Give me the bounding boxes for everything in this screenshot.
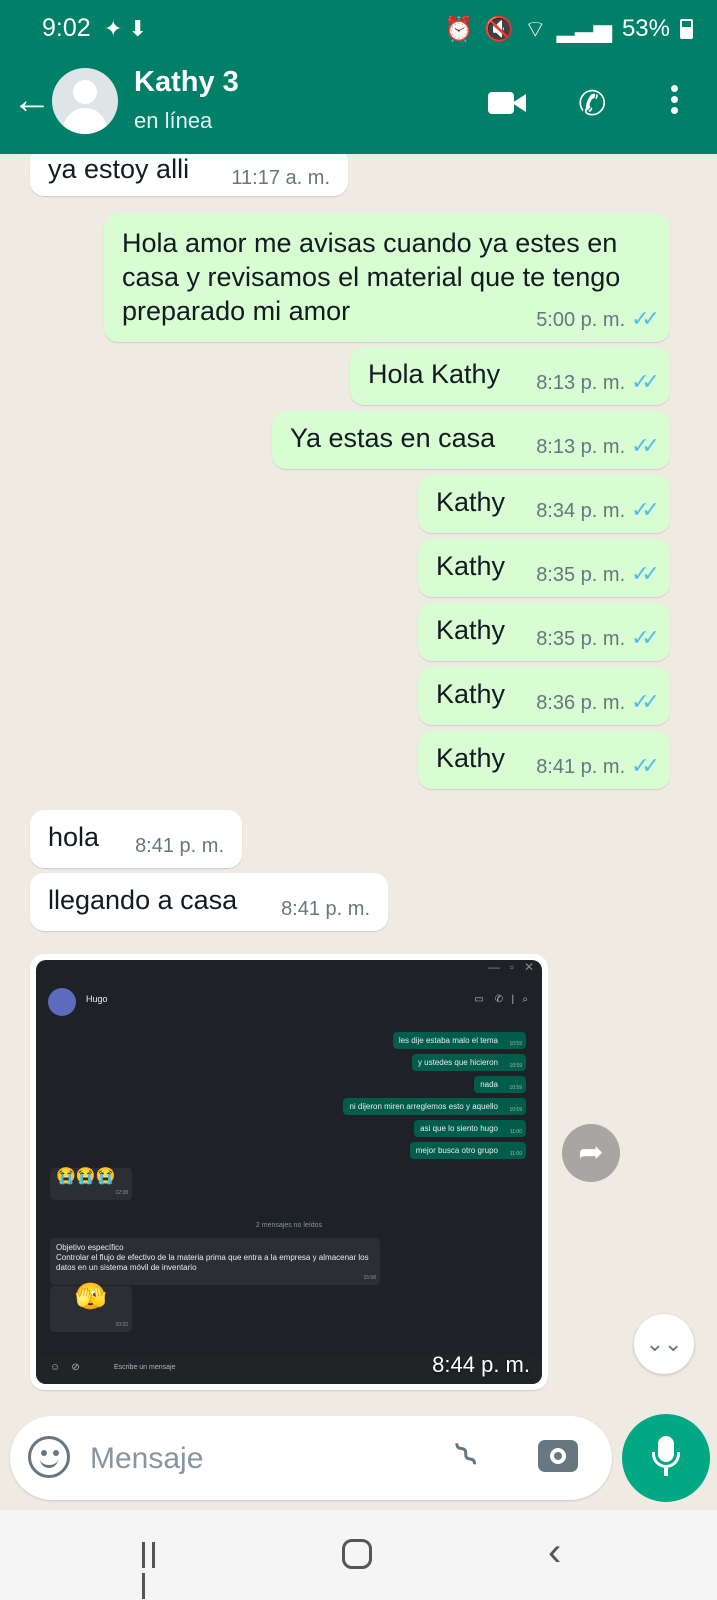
message-outgoing[interactable]: Kathy 8:41 p. m. ✓✓ — [418, 731, 670, 789]
battery-level: 53% — [621, 15, 670, 42]
embedded-objective-message: Objetivo específico Controlar el flujo d… — [50, 1238, 380, 1285]
embedded-contact-name: Hugo — [86, 994, 108, 1004]
attach-icon[interactable]: ⌇ — [447, 1433, 487, 1476]
message-time: 11:17 a. m. — [231, 167, 330, 189]
signal-icon: ▂▃▅ — [556, 15, 612, 43]
message-list[interactable]: ya estoy alli 11:17 a. m. Hola amor me a… — [0, 154, 717, 1404]
message-time: 8:41 p. m. — [135, 835, 224, 857]
contact-name[interactable]: Kathy 3 — [134, 66, 239, 99]
embedded-header-icons: ▭ ✆ | ⌕ — [474, 994, 528, 1005]
message-incoming[interactable]: hola 8:41 p. m. — [30, 810, 242, 868]
message-time: 8:13 p. m. ✓✓ — [536, 369, 660, 394]
video-call-icon[interactable] — [488, 90, 526, 116]
status-right: ⏰ 🔇 ⌔ ▂▃▅ 53% — [444, 14, 693, 44]
message-time: 8:36 p. m. ✓✓ — [536, 689, 660, 714]
status-bar: 9:02 ✦ ⬇ ⏰ 🔇 ⌔ ▂▃▅ 53% — [0, 0, 717, 56]
embedded-message: y ustedes que hicieron 10:59 — [411, 1054, 526, 1071]
message-time: 8:44 p. m. — [432, 1352, 530, 1377]
read-ticks-icon: ✓✓ — [631, 306, 660, 331]
mic-icon[interactable] — [622, 1414, 710, 1502]
embedded-emoji-message: 🫣 20:32 — [50, 1283, 132, 1332]
read-ticks-icon: ✓✓ — [631, 561, 660, 586]
message-incoming[interactable]: llegando a casa 8:41 p. m. — [30, 873, 388, 931]
notification-icons: ✦ ⬇ — [104, 16, 147, 41]
alarm-icon: ⏰ — [444, 15, 475, 43]
image-content: — ▫ ✕ Hugo ▭ ✆ | ⌕ les dije estaba malo … — [36, 960, 542, 1384]
embedded-message: nada 10:59 — [474, 1076, 526, 1093]
contact-status: en línea — [134, 108, 213, 133]
read-ticks-icon: ✓✓ — [631, 689, 660, 714]
message-outgoing[interactable]: Hola amor me avisas cuando ya estes en c… — [104, 214, 670, 342]
system-nav-bar: ‹ — [0, 1510, 717, 1600]
message-incoming[interactable]: ya estoy alli 11:17 a. m. — [30, 154, 348, 196]
message-outgoing[interactable]: Kathy 8:36 p. m. ✓✓ — [418, 667, 670, 725]
avatar — [48, 988, 76, 1016]
forward-icon[interactable]: ➦ — [562, 1124, 620, 1182]
message-time: 8:35 p. m. ✓✓ — [536, 625, 660, 650]
image-message[interactable]: — ▫ ✕ Hugo ▭ ✆ | ⌕ les dije estaba malo … — [30, 954, 548, 1390]
embedded-message: asi que lo siento hugo 11:00 — [414, 1120, 526, 1137]
message-time: 8:35 p. m. ✓✓ — [536, 561, 660, 586]
recents-icon[interactable] — [142, 1542, 170, 1599]
message-time: 8:34 p. m. ✓✓ — [536, 497, 660, 522]
message-time: 8:41 p. m. ✓✓ — [536, 753, 660, 778]
nav-back-icon[interactable]: ‹ — [548, 1530, 561, 1575]
message-outgoing[interactable]: Kathy 8:34 p. m. ✓✓ — [418, 475, 670, 533]
phone-icon[interactable]: ✆ — [578, 84, 607, 124]
scroll-down-icon[interactable]: ⌄⌄ — [634, 1314, 694, 1374]
more-options-icon[interactable] — [664, 82, 684, 122]
embedded-emoji-icon: ☺ ⊘ — [50, 1362, 80, 1373]
wifi-icon: ⌔ — [524, 16, 547, 43]
read-ticks-icon: ✓✓ — [631, 369, 660, 394]
message-outgoing[interactable]: Kathy 8:35 p. m. ✓✓ — [418, 539, 670, 597]
embedded-message: mejor busca otro grupo 11:00 — [409, 1142, 526, 1159]
camera-icon[interactable] — [538, 1440, 578, 1472]
message-outgoing[interactable]: Ya estas en casa 8:13 p. m. ✓✓ — [272, 411, 670, 469]
emoji-icon[interactable] — [28, 1436, 70, 1478]
read-ticks-icon: ✓✓ — [631, 497, 660, 522]
battery-icon — [680, 19, 693, 39]
avatar[interactable] — [52, 68, 118, 134]
embedded-message: les dije estaba malo el tema 10:59 — [392, 1032, 526, 1049]
message-time: 8:13 p. m. ✓✓ — [536, 433, 660, 458]
home-icon[interactable] — [342, 1539, 372, 1569]
read-ticks-icon: ✓✓ — [631, 753, 660, 778]
message-input[interactable] — [90, 1440, 430, 1478]
message-time: 8:41 p. m. — [281, 898, 370, 920]
embedded-message: ni dijeron miren arreglemos esto y aquel… — [343, 1098, 526, 1115]
chat-header: ← Kathy 3 en línea ✆ — [0, 56, 717, 154]
status-time: 9:02 — [42, 14, 91, 42]
message-outgoing[interactable]: Kathy 8:35 p. m. ✓✓ — [418, 603, 670, 661]
unread-label: 2 mensajes no leídos — [255, 1222, 323, 1229]
read-ticks-icon: ✓✓ — [631, 625, 660, 650]
read-ticks-icon: ✓✓ — [631, 433, 660, 458]
embedded-emoji-message: 😭😭😭 12:38 — [50, 1168, 132, 1200]
mute-icon: 🔇 — [484, 15, 515, 43]
message-outgoing[interactable]: Hola Kathy 8:13 p. m. ✓✓ — [350, 347, 670, 405]
message-composer: ⌇ — [10, 1416, 612, 1500]
message-time: 5:00 p. m. ✓✓ — [536, 306, 660, 331]
back-arrow-icon[interactable]: ← — [10, 80, 54, 124]
